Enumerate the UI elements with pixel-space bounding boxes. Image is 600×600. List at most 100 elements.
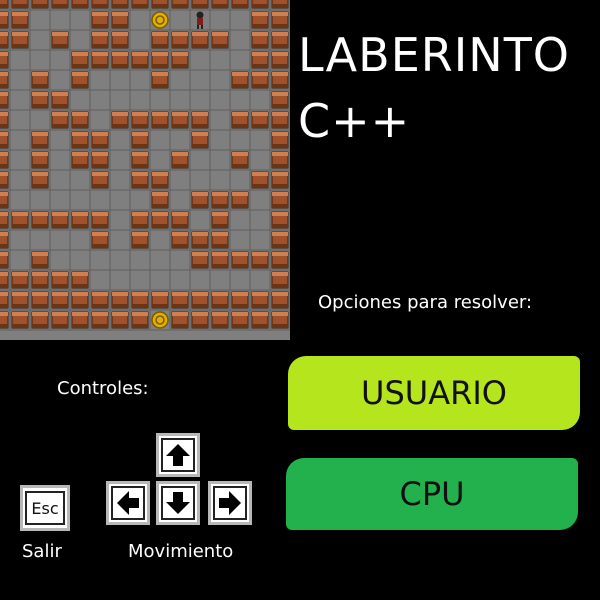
maze-floor-tile	[249, 129, 271, 151]
maze-wall-block	[89, 289, 111, 311]
maze-floor-tile	[109, 169, 131, 191]
maze-wall-block	[9, 289, 31, 311]
maze-wall-block	[0, 289, 11, 311]
maze-wall-block	[49, 109, 71, 131]
maze-floor-tile	[89, 89, 111, 111]
maze-floor-tile	[149, 149, 171, 171]
maze-wall-block	[149, 169, 171, 191]
maze-wall-block	[149, 109, 171, 131]
maze-wall-block	[269, 9, 290, 31]
maze-wall-block	[269, 189, 290, 211]
maze-wall-block	[0, 309, 11, 331]
maze-wall-block	[0, 89, 11, 111]
maze-wall-block	[69, 289, 91, 311]
maze-wall-block	[229, 69, 251, 91]
maze-floor-tile	[249, 269, 271, 291]
maze-wall-block	[249, 49, 271, 71]
maze-floor-tile	[209, 169, 231, 191]
maze-floor-tile	[129, 29, 151, 51]
maze-wall-block	[9, 9, 31, 31]
maze-floor-tile	[129, 189, 151, 211]
maze-wall-block	[49, 0, 71, 11]
maze-wall-block	[69, 129, 91, 151]
cpu-solve-button[interactable]: CPU	[286, 458, 578, 530]
maze-floor-tile	[29, 109, 51, 131]
maze-wall-block	[209, 209, 231, 231]
maze-wall-block	[129, 289, 151, 311]
maze-floor-tile	[129, 69, 151, 91]
maze-wall-block	[249, 109, 271, 131]
maze-wall-block	[109, 309, 131, 331]
maze-wall-block	[169, 289, 191, 311]
maze-floor-tile	[209, 89, 231, 111]
arrow-down-key	[156, 481, 200, 525]
maze-wall-block	[269, 249, 290, 271]
maze-floor-tile	[209, 69, 231, 91]
maze-floor-tile	[209, 109, 231, 131]
maze-floor-tile	[69, 9, 91, 31]
maze-floor-tile	[189, 269, 211, 291]
maze-wall-block	[269, 109, 290, 131]
maze-wall-block	[69, 149, 91, 171]
maze-floor-tile	[189, 69, 211, 91]
maze-wall-block	[89, 29, 111, 51]
movement-label: Movimiento	[128, 541, 234, 562]
maze-floor-tile	[9, 229, 31, 251]
maze-floor-tile	[69, 189, 91, 211]
maze-wall-block	[29, 269, 51, 291]
maze-wall-block	[269, 129, 290, 151]
maze-floor-tile	[129, 9, 151, 31]
maze-floor-tile	[229, 229, 251, 251]
maze-wall-block	[189, 0, 211, 11]
maze-floor-tile	[9, 49, 31, 71]
maze-floor-tile	[109, 189, 131, 211]
maze-wall-block	[189, 229, 211, 251]
game-subtitle: C++	[298, 94, 411, 148]
maze-floor-tile	[29, 29, 51, 51]
maze-floor-tile	[109, 149, 131, 171]
user-solve-button[interactable]: USUARIO	[288, 356, 580, 430]
maze-floor-tile	[9, 69, 31, 91]
maze-wall-block	[89, 149, 111, 171]
maze-floor-tile	[49, 69, 71, 91]
maze-wall-block	[89, 9, 111, 31]
maze-wall-block	[0, 49, 11, 71]
maze-wall-block	[89, 309, 111, 331]
maze-floor-tile	[109, 69, 131, 91]
maze-wall-block	[0, 29, 11, 51]
maze-floor-tile	[229, 169, 251, 191]
arrow-right-key	[208, 481, 252, 525]
maze-wall-block	[129, 209, 151, 231]
maze-floor-tile	[9, 149, 31, 171]
maze-wall-block	[229, 0, 251, 11]
maze-wall-block	[29, 289, 51, 311]
maze-floor-tile	[29, 229, 51, 251]
maze-wall-block	[249, 169, 271, 191]
maze-wall-block	[149, 0, 171, 11]
maze-wall-block	[189, 129, 211, 151]
maze-wall-block	[209, 29, 231, 51]
maze-wall-block	[29, 249, 51, 271]
maze-floor-tile	[169, 9, 191, 31]
maze-wall-block	[49, 209, 71, 231]
maze-floor-tile	[169, 269, 191, 291]
maze-floor-tile	[9, 169, 31, 191]
maze-floor-tile	[109, 209, 131, 231]
maze-floor-tile	[229, 29, 251, 51]
maze-wall-block	[269, 29, 290, 51]
maze-wall-block	[109, 289, 131, 311]
maze-wall-block	[209, 289, 231, 311]
maze-floor-tile	[189, 149, 211, 171]
maze-wall-block	[0, 129, 11, 151]
maze-floor-tile	[49, 169, 71, 191]
maze-floor-tile	[229, 49, 251, 71]
maze-floor-tile	[9, 189, 31, 211]
maze-floor-tile	[69, 169, 91, 191]
maze-floor-tile	[189, 169, 211, 191]
options-label: Opciones para resolver:	[318, 292, 533, 313]
maze-wall-block	[109, 9, 131, 31]
maze-wall-block	[249, 9, 271, 31]
maze-floor-tile	[189, 49, 211, 71]
maze-wall-block	[9, 29, 31, 51]
maze-floor-tile	[49, 9, 71, 31]
